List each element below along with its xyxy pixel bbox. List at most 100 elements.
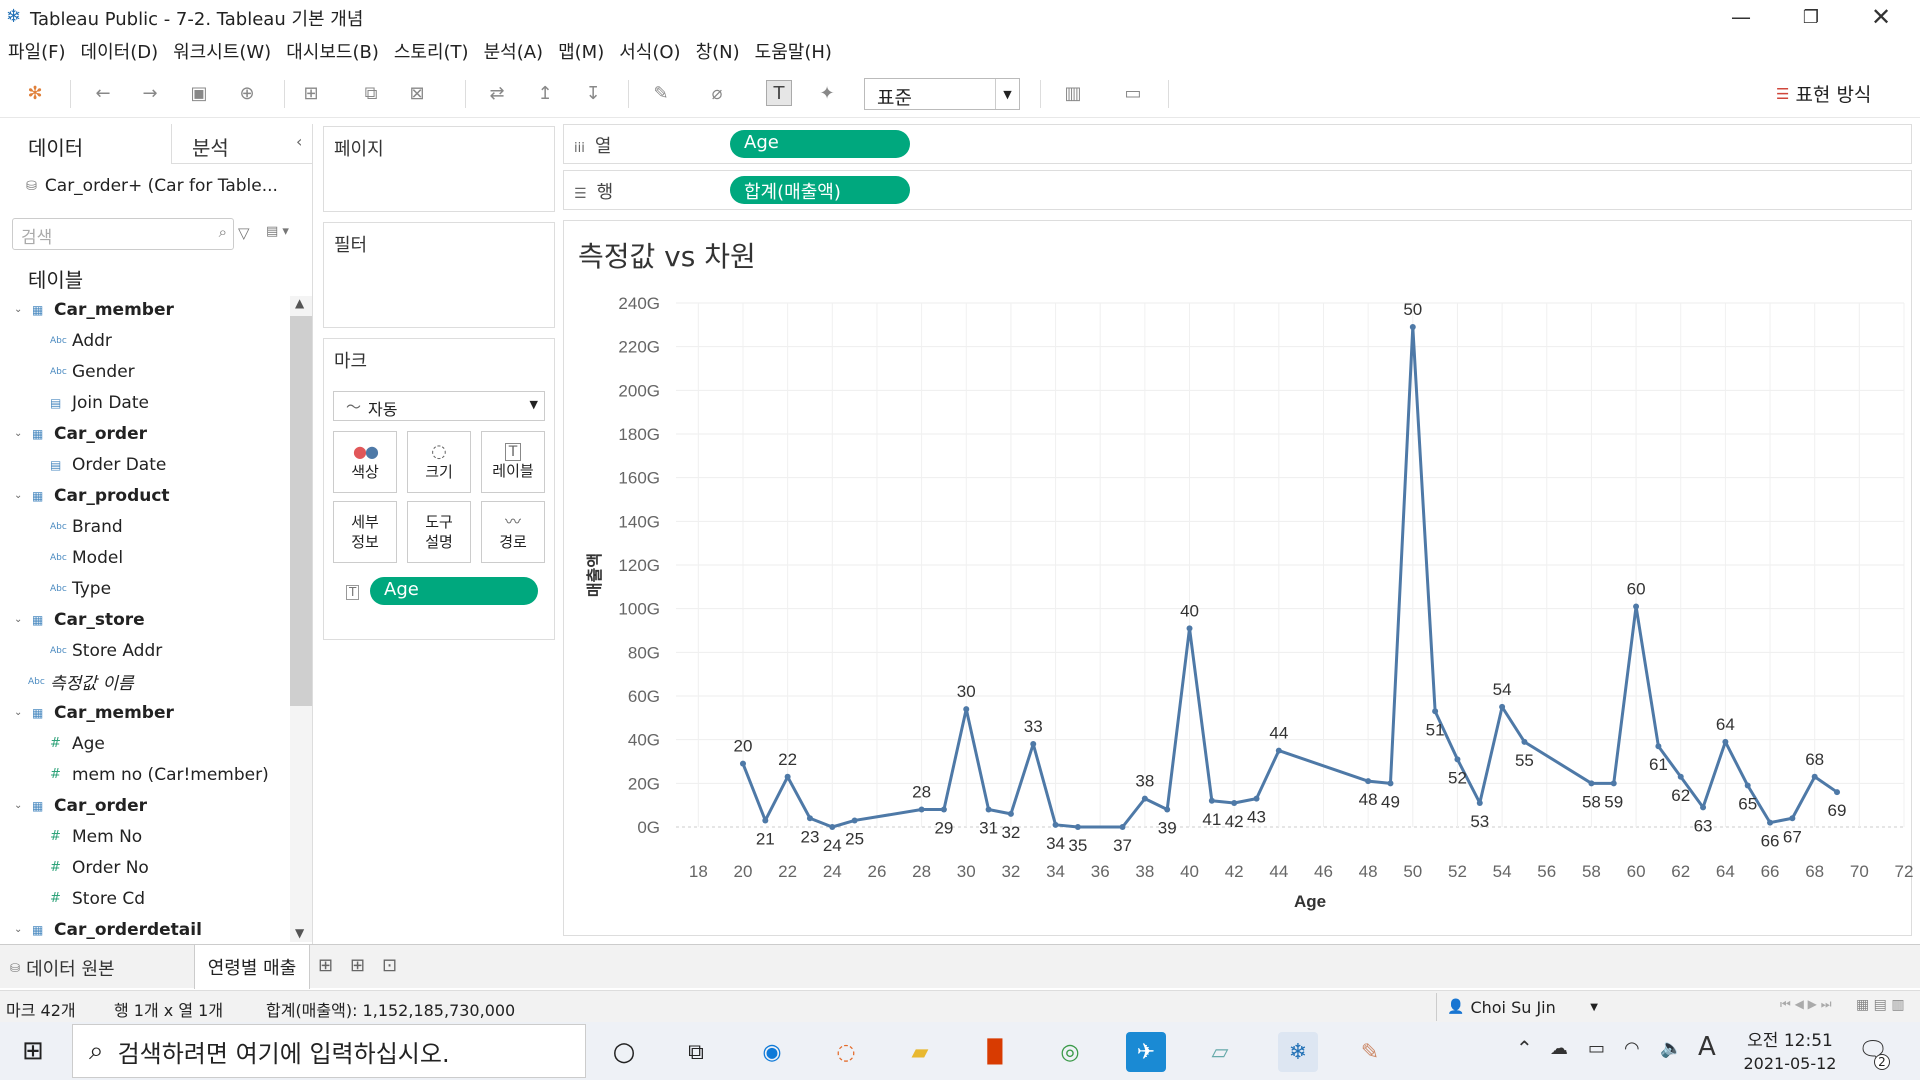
tab-data[interactable]: 데이터 [28, 132, 83, 161]
highlight-icon[interactable]: ✎ [648, 80, 674, 106]
scroll-up-icon[interactable]: ▲ [295, 296, 304, 310]
tableau-start-icon[interactable]: ✻ [22, 80, 48, 106]
sort-descending-icon[interactable]: ↧ [580, 80, 606, 106]
field-item[interactable]: Abc Brand [50, 511, 123, 542]
table-node[interactable]: ⌄ ▦ Car_store [14, 604, 145, 635]
label-button[interactable]: T 레이블 [481, 431, 545, 493]
scroll-down-icon[interactable]: ▼ [295, 926, 304, 940]
ebook-icon[interactable]: ✈ [1126, 1032, 1166, 1072]
notepad-icon[interactable]: ▱ [1200, 1032, 1240, 1072]
columns-shelf[interactable]: iii 열 Age [563, 124, 1912, 164]
pin-icon[interactable]: ✦ [814, 80, 840, 106]
table-node[interactable]: ⌄ ▦ Car_member [14, 294, 174, 325]
redo-icon[interactable]: → [137, 80, 163, 106]
rows-shelf[interactable]: ☰ 행 합계(매출액) [563, 170, 1912, 210]
new-story-icon[interactable]: ⊡ [382, 955, 397, 976]
field-item[interactable]: Abc Store Addr [50, 635, 162, 666]
expand-caret-icon[interactable]: ⌄ [14, 490, 22, 501]
expand-caret-icon[interactable]: ⌄ [14, 428, 22, 439]
taskbar-search[interactable]: ⌕ 검색하려면 여기에 입력하십시오. [72, 1024, 586, 1078]
office-icon[interactable]: ▉ [976, 1032, 1016, 1072]
close-button[interactable]: ✕ [1846, 0, 1916, 34]
menu-item[interactable]: 도움말(H) [755, 38, 832, 64]
table-node[interactable]: ⌄ ▦ Car_order [14, 790, 147, 821]
menu-item[interactable]: 창(N) [696, 38, 740, 64]
menu-item[interactable]: 대시보드(B) [286, 38, 379, 64]
field-item[interactable]: # Mem No [50, 821, 142, 852]
expand-caret-icon[interactable]: ⌄ [14, 614, 22, 625]
menu-item[interactable]: 데이터(D) [81, 38, 159, 64]
paint-icon[interactable]: ✎ [1350, 1032, 1390, 1072]
onedrive-icon[interactable]: ☁ [1550, 1038, 1568, 1059]
presentation-icon[interactable]: ▭ [1120, 80, 1146, 106]
show-cards-icon[interactable]: ▥ [1060, 80, 1086, 106]
table-node[interactable]: ⌄ ▦ Car_order [14, 418, 147, 449]
filters-card[interactable]: 필터 [323, 222, 555, 328]
ime-indicator[interactable]: A [1698, 1032, 1716, 1062]
file-explorer-icon[interactable]: ▰ [900, 1032, 940, 1072]
datasource-item[interactable]: ⛁ Car_order+ (Car for Table... [26, 176, 278, 196]
scrollbar-thumb[interactable] [290, 316, 312, 706]
field-item[interactable]: ▤ Order Date [50, 449, 166, 480]
tray-chevron-icon[interactable]: ⌃ [1516, 1036, 1533, 1060]
expand-caret-icon[interactable]: ⌄ [14, 707, 22, 718]
clear-sheet-icon[interactable]: ⊠ [404, 80, 430, 106]
field-item[interactable]: Abc Addr [50, 325, 112, 356]
user-dropdown[interactable]: 👤 Choi Su Jin ▼ [1436, 993, 1606, 1021]
menu-item[interactable]: 워크시트(W) [173, 38, 271, 64]
undo-icon[interactable]: ← [90, 80, 116, 106]
field-item[interactable]: Abc 측정값 이름 [28, 666, 134, 697]
chrome-icon[interactable]: ◎ [1050, 1032, 1090, 1072]
expand-caret-icon[interactable]: ⌄ [14, 800, 22, 811]
battery-icon[interactable]: ▭ [1588, 1038, 1605, 1059]
fit-dropdown[interactable]: 표준 ▼ [864, 78, 1020, 110]
collapse-pane-icon[interactable]: ‹ [296, 132, 302, 151]
mark-type-dropdown[interactable]: 〜 자동 ▼ [333, 391, 545, 421]
field-item[interactable]: Abc Gender [50, 356, 135, 387]
tableau-taskbar-icon[interactable]: ❄ [1278, 1032, 1318, 1072]
sheet-sorter-icon[interactable]: ▦ ▤ ▥ [1856, 997, 1905, 1013]
group-icon[interactable]: ⌀ [704, 80, 730, 106]
edge-icon[interactable]: ◉ [752, 1032, 792, 1072]
rows-sales-pill[interactable]: 합계(매출액) [730, 176, 910, 204]
menu-item[interactable]: 스토리(T) [394, 38, 469, 64]
path-button[interactable]: 〰 경로 [481, 501, 545, 563]
field-item[interactable]: # Age [50, 728, 105, 759]
new-datasource-icon[interactable]: ⊕ [234, 80, 260, 106]
columns-age-pill[interactable]: Age [730, 130, 910, 158]
show-labels-icon[interactable]: T [766, 80, 792, 106]
view-options-icon[interactable]: ▤ ▾ [266, 224, 289, 239]
field-item[interactable]: Abc Type [50, 573, 111, 604]
label-age-pill[interactable]: Age [370, 577, 538, 605]
field-item[interactable]: # mem no (Car!member) [50, 759, 269, 790]
clock-time[interactable]: 오전 12:51 [1740, 1026, 1840, 1051]
tab-datasource[interactable]: ⛁ 데이터 원본 [10, 955, 115, 981]
expand-caret-icon[interactable]: ⌄ [14, 924, 22, 935]
line-chart[interactable]: 0G 20G 40G 60G 80G 100G 120G 140G 160G 180G 200G 22… [564, 221, 1913, 937]
pages-card[interactable]: 페이지 [323, 126, 555, 212]
filter-icon[interactable]: ▽ [238, 224, 250, 242]
minimize-button[interactable]: — [1706, 0, 1776, 34]
expand-caret-icon[interactable]: ⌄ [14, 304, 22, 315]
menu-item[interactable]: 분석(A) [484, 38, 543, 64]
app-orange-icon[interactable]: ◌ [826, 1032, 866, 1072]
volume-icon[interactable]: 🔈 [1660, 1038, 1682, 1059]
cortana-icon[interactable]: ○ [604, 1032, 644, 1072]
field-item[interactable]: ▤ Join Date [50, 387, 149, 418]
swap-icon[interactable]: ⇄ [484, 80, 510, 106]
new-sheet-icon[interactable]: ⊞ [318, 955, 333, 976]
field-tree-scrollbar[interactable]: ▲ ▼ [290, 296, 312, 942]
menu-item[interactable]: 파일(F) [8, 38, 66, 64]
table-node[interactable]: ⌄ ▦ Car_orderdetail [14, 914, 202, 942]
clock-date[interactable]: 2021-05-12 [1736, 1054, 1844, 1073]
task-view-icon[interactable]: ⧉ [676, 1032, 716, 1072]
tab-analysis[interactable]: 분석 [192, 132, 229, 161]
save-icon[interactable]: ▣ [186, 80, 212, 106]
duplicate-sheet-icon[interactable]: ⧉ [358, 80, 384, 106]
field-item[interactable]: # Order No [50, 852, 149, 883]
search-input[interactable]: 검색 ⌕ [12, 218, 234, 250]
field-item[interactable]: Abc Model [50, 542, 123, 573]
new-worksheet-icon[interactable]: ⊞ [298, 80, 324, 106]
table-node[interactable]: ⌄ ▦ Car_member [14, 697, 174, 728]
field-item[interactable]: # Store Cd [50, 883, 145, 914]
